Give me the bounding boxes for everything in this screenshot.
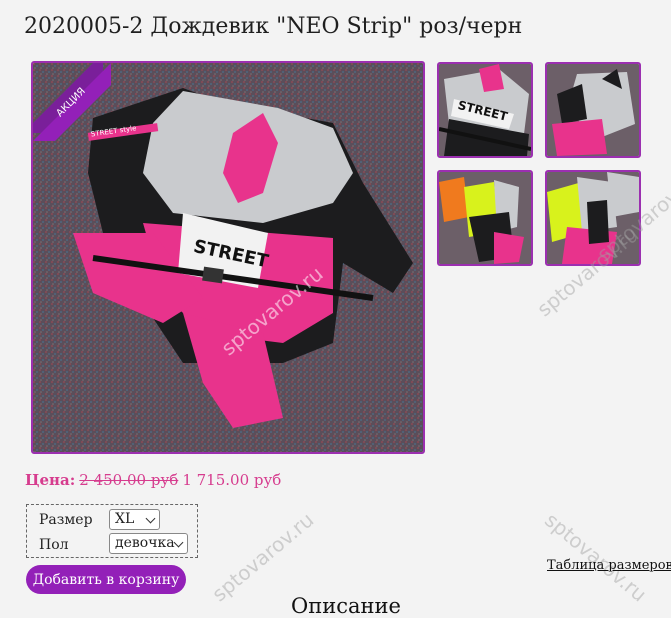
thumbnail-3[interactable] bbox=[437, 170, 533, 266]
gender-select[interactable]: девочка bbox=[109, 533, 188, 554]
chevron-down-icon bbox=[173, 537, 184, 548]
thumbnail-2-image bbox=[547, 64, 639, 156]
size-select-value: XL bbox=[115, 511, 135, 527]
size-table-link[interactable]: Таблица размеров bbox=[547, 558, 671, 573]
description-heading: Описание bbox=[291, 594, 401, 618]
thumbnail-4[interactable] bbox=[545, 170, 641, 266]
old-price: 2 450.00 руб bbox=[79, 471, 179, 489]
add-to-cart-button[interactable]: Добавить в корзину bbox=[26, 565, 186, 594]
thumbnail-2[interactable] bbox=[545, 62, 641, 158]
price-block: Цена: 2 450.00 руб 1 715.00 руб bbox=[25, 471, 281, 489]
price-label: Цена: bbox=[25, 471, 76, 489]
gender-label: Пол bbox=[39, 537, 69, 553]
options-box: Размер XL Пол девочка bbox=[26, 504, 198, 558]
watermark: sptovarov.ru bbox=[207, 507, 319, 607]
thumbnail-3-image bbox=[439, 172, 531, 264]
raincoat-photo: STREET STREET style sptovarov.ru АКЦИЯ bbox=[33, 63, 423, 452]
thumbnail-1-image: STREET bbox=[439, 64, 531, 156]
gender-select-value: девочка bbox=[115, 535, 175, 551]
size-label: Размер bbox=[39, 512, 93, 528]
thumbnail-1[interactable]: STREET bbox=[437, 62, 533, 158]
main-product-image[interactable]: STREET STREET style sptovarov.ru АКЦИЯ bbox=[31, 61, 425, 454]
thumbnail-4-image bbox=[547, 172, 639, 264]
new-price: 1 715.00 руб bbox=[182, 471, 282, 489]
chevron-down-icon bbox=[145, 513, 156, 524]
product-title: 2020005-2 Дождевик "NEO Strip" роз/черн bbox=[24, 14, 523, 39]
size-select[interactable]: XL bbox=[109, 509, 160, 530]
